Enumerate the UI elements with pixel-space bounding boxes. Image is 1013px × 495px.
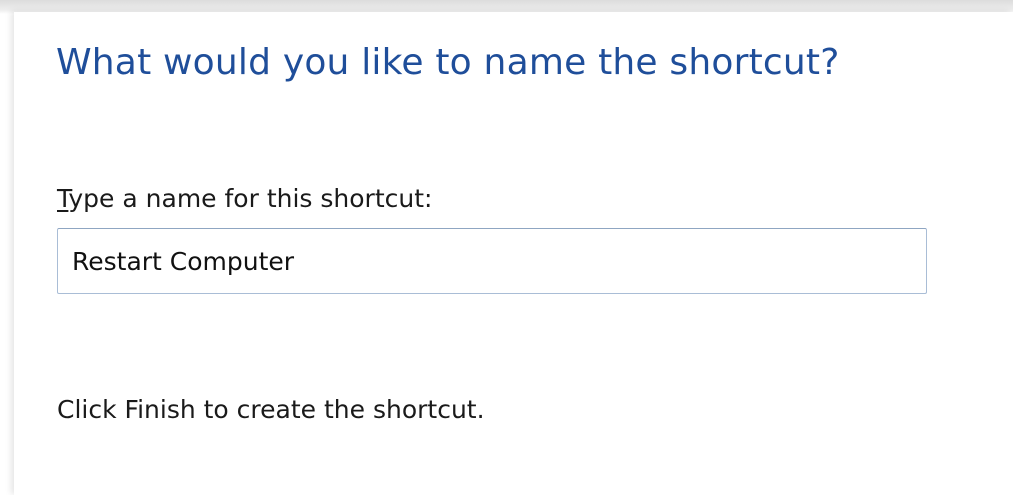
shortcut-name-label-text: ype a name for this shortcut:	[68, 184, 433, 213]
window-frame: What would you like to name the shortcut…	[0, 0, 1013, 495]
shortcut-name-label: Type a name for this shortcut:	[57, 184, 432, 213]
finish-instruction: Click Finish to create the shortcut.	[57, 395, 485, 424]
wizard-page: What would you like to name the shortcut…	[14, 12, 1013, 495]
page-title: What would you like to name the shortcut…	[56, 42, 840, 83]
access-key-letter: T	[57, 184, 69, 213]
shortcut-name-input[interactable]	[57, 228, 927, 294]
